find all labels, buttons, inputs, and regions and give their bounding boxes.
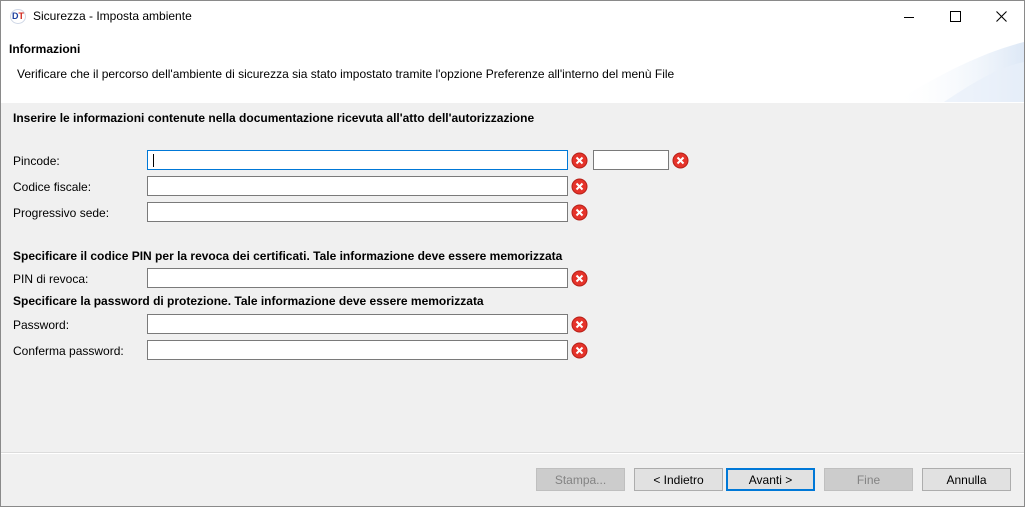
codice-fiscale-label: Codice fiscale: xyxy=(13,180,92,194)
conferma-password-error-icon xyxy=(571,342,588,359)
codice-fiscale-input[interactable] xyxy=(147,176,568,196)
text-caret xyxy=(153,154,154,167)
pincode-extra-input[interactable] xyxy=(593,150,669,170)
progressivo-sede-error-icon xyxy=(571,204,588,221)
pincode-input[interactable] xyxy=(147,150,568,170)
password-input[interactable] xyxy=(147,314,568,334)
close-button[interactable] xyxy=(978,1,1024,32)
progressivo-sede-input[interactable] xyxy=(147,202,568,222)
logo-letter-t: T xyxy=(18,11,25,21)
codice-fiscale-error-icon xyxy=(571,178,588,195)
maximize-button[interactable] xyxy=(932,1,978,32)
maximize-icon xyxy=(949,11,961,22)
section-title-revocation: Specificare il codice PIN per la revoca … xyxy=(13,249,563,263)
header-title: Informazioni xyxy=(9,42,81,56)
pin-revoca-label: PIN di revoca: xyxy=(13,272,89,286)
window-title: Sicurezza - Imposta ambiente xyxy=(33,9,192,23)
progressivo-sede-label: Progressivo sede: xyxy=(13,206,110,220)
fine-button[interactable]: Fine xyxy=(824,468,913,491)
pin-revoca-error-icon xyxy=(571,270,588,287)
indietro-button[interactable]: < Indietro xyxy=(634,468,723,491)
header-divider xyxy=(1,102,1024,103)
app-logo-icon: DT xyxy=(10,9,26,24)
minimize-icon xyxy=(904,16,914,18)
close-icon xyxy=(995,11,1007,22)
password-label: Password: xyxy=(13,318,70,332)
section-title-protection: Specificare la password di protezione. T… xyxy=(13,294,484,308)
pincode-label: Pincode: xyxy=(13,154,60,168)
pincode-error-icon xyxy=(571,152,588,169)
header-description: Verificare che il percorso dell'ambiente… xyxy=(17,67,675,81)
stampa-button[interactable]: Stampa... xyxy=(536,468,625,491)
section-title-authorization: Inserire le informazioni contenute nella… xyxy=(13,111,535,125)
dialog-window: DT Sicurezza - Imposta ambiente Informaz… xyxy=(0,0,1025,507)
annulla-button[interactable]: Annulla xyxy=(922,468,1011,491)
footer-divider-highlight xyxy=(1,453,1024,454)
pin-revoca-input[interactable] xyxy=(147,268,568,288)
pincode-extra-error-icon xyxy=(672,152,689,169)
wizard-header: Informazioni Verificare che il percorso … xyxy=(1,32,1024,103)
conferma-password-input[interactable] xyxy=(147,340,568,360)
conferma-password-label: Conferma password: xyxy=(13,344,124,358)
header-decoration xyxy=(894,42,1024,102)
avanti-button[interactable]: Avanti > xyxy=(726,468,815,491)
title-bar[interactable]: DT Sicurezza - Imposta ambiente xyxy=(1,1,1024,32)
password-error-icon xyxy=(571,316,588,333)
minimize-button[interactable] xyxy=(886,1,932,32)
